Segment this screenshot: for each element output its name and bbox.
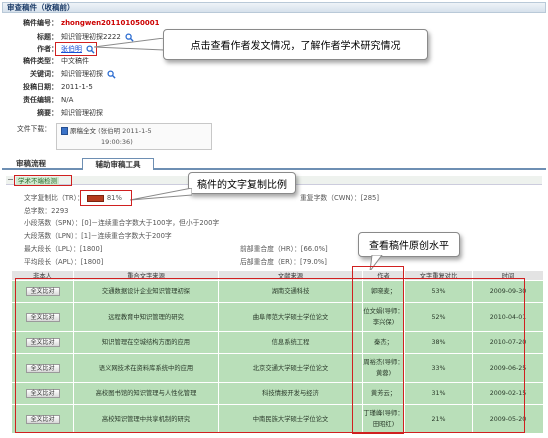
author-highlight-box [55, 42, 97, 56]
date-value: 2011-1-5 [61, 83, 93, 91]
originality-callout: 查看稿件原创水平 [358, 232, 460, 257]
author-label: 作者： [37, 45, 58, 53]
table-highlight-box [15, 278, 525, 433]
repeat-count-value: [285] [360, 194, 380, 202]
tab-review-process[interactable]: 审稿流程 [6, 158, 56, 170]
repeat-count-label: 重复字数（CWN）： [300, 194, 361, 202]
tab-review-tools[interactable]: 辅助审稿工具 [82, 158, 154, 170]
file-link[interactable]: 原稿全文 [70, 127, 96, 135]
hr-stat: 前部重合度（HR）：[66.0%] [240, 245, 328, 253]
abstract-value: 知识管理初探 [61, 109, 103, 117]
editor-value: N/A [61, 96, 74, 104]
date-label: 投稿日期： [23, 83, 58, 91]
copy-ratio-label: 文字复制比（TR）： [24, 194, 84, 202]
abstract-label: 摘要： [37, 109, 58, 117]
file-download-label: 文件下载： [17, 125, 51, 133]
repeat-count: 重复字数（CWN）：[285] [300, 194, 379, 203]
callout-pointer [130, 188, 192, 201]
ratio-callout: 稿件的文字复制比例 [188, 172, 296, 194]
tab-bar: 审稿流程 辅助审稿工具 [2, 158, 546, 170]
keywords-row: 关键词： 知识管理初探 [4, 68, 204, 80]
er-stat: 后部重合度（ER）：[79.0%] [240, 258, 327, 266]
lpl-stat: 最大段长（LPL）：[1800] [24, 245, 103, 253]
author-column-highlight [352, 266, 404, 434]
file-box: 原稿全文 (张伯明 2011-1-5 19:00:36) [56, 123, 212, 150]
manuscript-no-row: 稿件编号： zhongwen201101050001 [4, 17, 204, 29]
ratio-highlight-box [80, 190, 132, 206]
file-info-2: 19:00:36) [101, 138, 133, 146]
page-title: 审查稿件（收稿前） [2, 2, 546, 13]
apl-stat: 平均段长（APL）：[1800] [24, 258, 104, 266]
manuscript-no-value: zhongwen201101050001 [61, 19, 160, 27]
file-icon [61, 127, 68, 135]
manuscript-no-label: 稿件编号： [23, 19, 58, 27]
keywords-label: 关键词： [30, 70, 58, 78]
date-row: 投稿日期： 2011-1-5 [4, 81, 204, 93]
keywords-value: 知识管理初探 [61, 68, 116, 80]
section-highlight-box [14, 175, 72, 186]
spn-stat: 小段落数（SPN）：[0]－连续重合字数大于100字，但小于200字 [24, 219, 220, 227]
file-info-1: (张伯明 2011-1-5 [98, 127, 152, 135]
total-chars: 总字数：2293 [24, 207, 69, 215]
title-label: 标题： [37, 33, 58, 41]
search-icon[interactable] [107, 69, 116, 79]
author-callout: 点击查看作者发文情况，了解作者学术研究情况 [163, 29, 428, 60]
lpn-stat: 大段落数（LPN）：[1]－连续重合字数大于200字 [24, 232, 172, 240]
editor-label: 责任编辑： [23, 96, 58, 104]
category-label: 稿件类型： [23, 57, 58, 65]
keywords-text: 知识管理初探 [61, 70, 103, 78]
category-value: 中文稿件 [61, 57, 89, 65]
editor-row: 责任编辑： N/A [4, 94, 204, 106]
abstract-row: 摘要： 知识管理初探 [4, 107, 204, 119]
file-line: 原稿全文 (张伯明 2011-1-5 [61, 126, 207, 137]
callout-pointer [94, 38, 164, 51]
collapse-icon[interactable] [8, 179, 13, 180]
